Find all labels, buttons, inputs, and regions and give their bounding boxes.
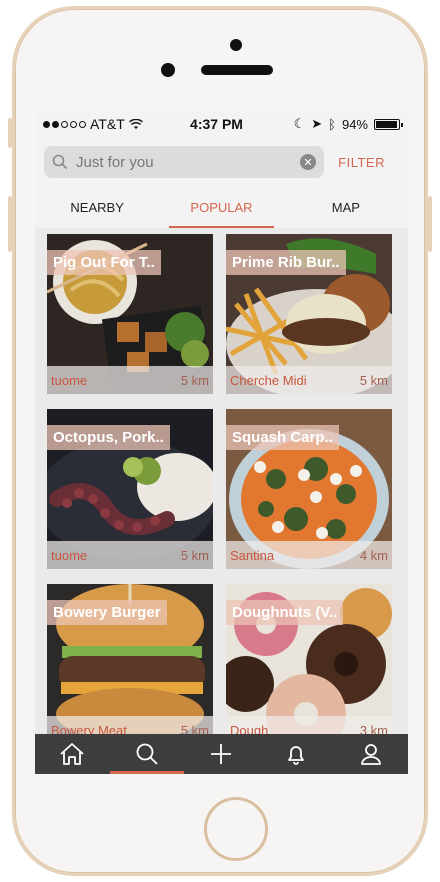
- food-grid: Pig Out For T.. tuome 5 km Prime Rib Bur…: [35, 228, 408, 734]
- user-icon: [360, 744, 381, 765]
- card-distance: 3 km: [359, 722, 388, 735]
- card-title: Bowery Burger: [47, 600, 167, 625]
- food-card[interactable]: Prime Rib Bur.. Cherche Midi 5 km: [226, 234, 392, 394]
- food-card[interactable]: Pig Out For T.. tuome 5 km: [47, 234, 213, 394]
- location-arrow-icon: ➤: [311, 116, 323, 131]
- tab-popular[interactable]: POPULAR: [159, 190, 283, 228]
- card-title: Prime Rib Bur..: [226, 250, 346, 275]
- bell-icon: [288, 746, 304, 765]
- card-title: Octopus, Pork..: [47, 425, 170, 450]
- home-icon: [60, 743, 84, 765]
- card-footer: Santina 4 km: [226, 541, 392, 569]
- tabbar-add[interactable]: [184, 734, 259, 774]
- tab-nearby[interactable]: NEARBY: [35, 190, 159, 228]
- food-card[interactable]: Squash Carp.. Santina 4 km: [226, 409, 392, 569]
- card-place: Dough: [230, 722, 269, 735]
- card-title: Doughnuts (V..: [226, 600, 344, 625]
- side-button-left: [8, 118, 12, 148]
- card-place: tuome: [51, 547, 88, 563]
- tab-map[interactable]: MAP: [284, 190, 408, 228]
- card-footer: tuome 5 km: [47, 366, 213, 394]
- card-footer: Dough 3 km: [226, 716, 392, 734]
- battery-icon: [374, 118, 403, 130]
- card-place: Cherche Midi: [230, 372, 307, 388]
- signal-dots-icon: [43, 120, 86, 128]
- card-distance: 4 km: [359, 547, 388, 563]
- feed-tabs: NEARBY POPULAR MAP: [35, 190, 408, 228]
- search-icon: [52, 154, 68, 170]
- card-distance: 5 km: [180, 547, 209, 563]
- tabbar-profile[interactable]: [333, 734, 408, 774]
- search-input[interactable]: Just for you ✕: [44, 146, 324, 178]
- front-camera: [230, 39, 242, 51]
- side-button-right: [428, 196, 432, 252]
- app-screen: AT&T 4:37 PM ☾ ➤ ᛒ 94% Just for you ✕ FI…: [35, 110, 408, 774]
- bluetooth-icon: ᛒ: [328, 116, 336, 132]
- food-card[interactable]: Bowery Burger Bowery Meat 5 km: [47, 584, 213, 734]
- food-card[interactable]: Doughnuts (V.. Dough 3 km: [226, 584, 392, 734]
- tabbar-search[interactable]: [109, 734, 185, 774]
- card-footer: tuome 5 km: [47, 541, 213, 569]
- bottom-tab-bar: [35, 734, 408, 774]
- home-button[interactable]: [204, 797, 268, 861]
- proximity-sensor: [161, 63, 175, 77]
- search-placeholder: Just for you: [76, 153, 154, 171]
- card-footer: Cherche Midi 5 km: [226, 366, 392, 394]
- wifi-icon: [128, 118, 143, 129]
- status-bar: AT&T 4:37 PM ☾ ➤ ᛒ 94%: [35, 110, 408, 138]
- side-button-left: [8, 196, 12, 252]
- carrier-signal: AT&T: [43, 116, 163, 132]
- card-place: tuome: [51, 372, 88, 388]
- card-distance: 5 km: [180, 722, 209, 735]
- card-title: Squash Carp..: [226, 425, 339, 450]
- card-distance: 5 km: [359, 372, 388, 388]
- earpiece-speaker: [201, 65, 273, 75]
- search-icon: [136, 743, 158, 765]
- search-row: Just for you ✕ FILTER: [35, 140, 408, 184]
- battery-percent: 94%: [341, 116, 368, 132]
- moon-icon: ☾: [293, 116, 306, 131]
- card-place: Santina: [230, 547, 275, 563]
- card-footer: Bowery Meat 5 km: [47, 716, 213, 734]
- card-title: Pig Out For T..: [47, 250, 161, 275]
- carrier-name: AT&T: [90, 116, 125, 132]
- food-card[interactable]: Octopus, Pork.. tuome 5 km: [47, 409, 213, 569]
- tabbar-home[interactable]: [35, 734, 110, 774]
- status-time: 4:37 PM: [190, 116, 243, 132]
- tabbar-notifications[interactable]: [259, 734, 334, 774]
- clear-search-icon[interactable]: ✕: [300, 154, 316, 170]
- filter-button[interactable]: FILTER: [338, 155, 399, 170]
- status-indicators: ☾ ➤ ᛒ 94%: [270, 116, 403, 132]
- card-place: Bowery Meat: [51, 722, 127, 735]
- card-distance: 5 km: [180, 372, 209, 388]
- plus-icon: [211, 744, 232, 764]
